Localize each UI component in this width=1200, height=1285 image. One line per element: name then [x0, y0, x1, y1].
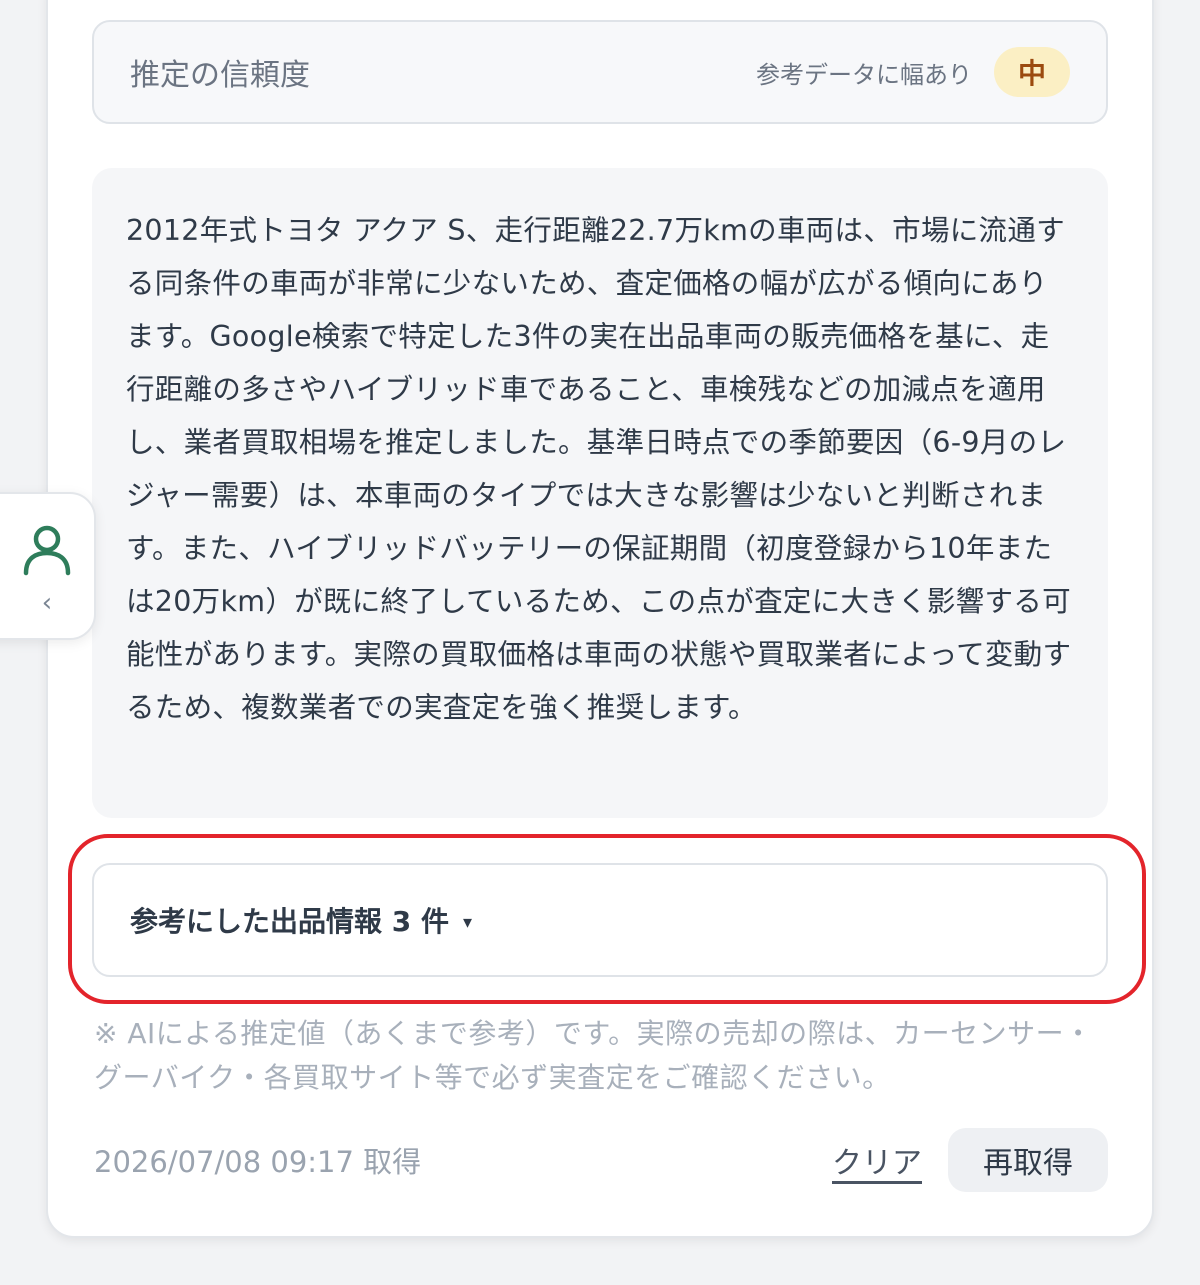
chevron-left-icon: ‹ — [41, 588, 53, 618]
summary-text: 2012年式トヨタ アクア S、走行距離22.7万kmの車両は、市場に流通する同… — [126, 214, 1072, 724]
refetch-button[interactable]: 再取得 — [948, 1128, 1108, 1192]
footer: 2026/07/08 09:17 取得 クリア 再取得 — [94, 1128, 1108, 1192]
confidence-panel: 推定の信頼度 参考データに幅あり 中 — [92, 20, 1108, 124]
clear-link[interactable]: クリア — [832, 1138, 922, 1182]
summary-box: 2012年式トヨタ アクア S、走行距離22.7万kmの車両は、市場に流通する同… — [92, 168, 1108, 818]
fetched-timestamp: 2026/07/08 09:17 取得 — [94, 1145, 422, 1179]
reference-listings-toggle[interactable]: 参考にした出品情報 3 件 ▾ — [92, 863, 1108, 977]
person-icon — [22, 524, 72, 580]
confidence-level-badge: 中 — [994, 47, 1070, 97]
reference-listings-label: 参考にした出品情報 3 件 — [130, 905, 449, 938]
caret-down-icon: ▾ — [462, 911, 473, 933]
confidence-note: 参考データに幅あり — [756, 60, 972, 89]
disclaimer-text: ※ AIによる推定値（あくまで参考）です。実際の売却の際は、カーセンサー・グーバ… — [94, 1017, 1093, 1094]
side-panel-tab[interactable]: ‹ — [0, 492, 96, 640]
confidence-label: 推定の信頼度 — [130, 58, 310, 93]
